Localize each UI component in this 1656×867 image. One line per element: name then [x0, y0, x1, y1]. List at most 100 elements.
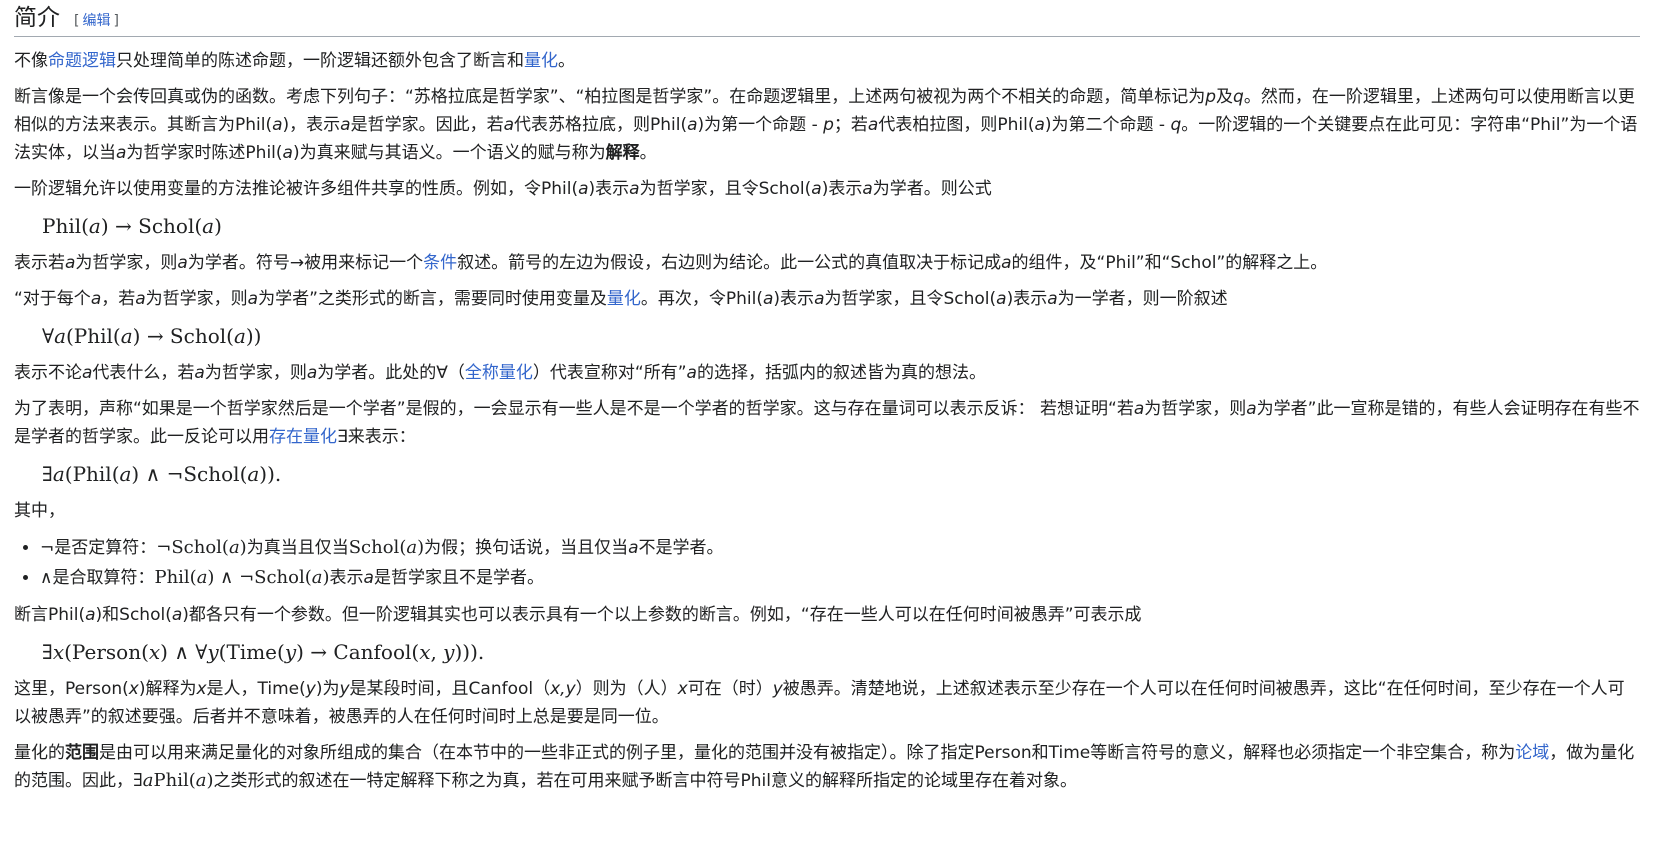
text: ）代表宣称对“所有”	[532, 363, 687, 383]
text: 表示不论	[14, 363, 82, 383]
variable: a	[763, 289, 774, 309]
link-universal-quantification[interactable]: 全称量化	[465, 363, 533, 383]
text: 之类形式的叙述在一特定解释下称之为真，若在可用来赋予断言中符号Phil意义的解释…	[213, 771, 1077, 791]
text: 是由可以用来满足量化的对象所组成的集合（在本节中的一些非正式的例子里，量化的范围…	[99, 743, 1516, 763]
variable: q	[1170, 115, 1182, 135]
variable: x	[128, 679, 139, 699]
text: )表示	[821, 179, 863, 199]
link-propositional-logic[interactable]: 命题逻辑	[48, 51, 116, 71]
text: ，若	[101, 289, 136, 309]
link-quantification[interactable]: 量化	[524, 51, 558, 71]
text: ；若	[833, 115, 868, 135]
variable: a	[177, 253, 188, 273]
article-content: 简介 [编辑] 不像命题逻辑只处理简单的陈述命题，一阶逻辑还额外包含了断言和量化…	[0, 0, 1640, 795]
link-conditional[interactable]: 条件	[423, 253, 457, 273]
term-interpretation: 解释	[605, 143, 640, 163]
text: 的组件，及“Phil”和“Schol”的解释之上。	[1011, 253, 1328, 273]
variable: y	[305, 679, 316, 699]
text: )表示	[1006, 289, 1048, 309]
variable: y	[339, 679, 350, 699]
variable: a	[578, 179, 589, 199]
edit-bracket-close: ]	[113, 13, 119, 29]
edit-link[interactable]: 编辑	[82, 13, 110, 29]
text: 及	[1216, 87, 1234, 107]
text: 代表苏格拉底，则Phil(	[514, 115, 688, 135]
text: 为哲学家，且令Schol(	[639, 179, 812, 199]
text: )为第一个命题 -	[697, 115, 824, 135]
term-scope: 范围	[65, 743, 99, 763]
variable: a	[194, 363, 205, 383]
text: 不是学者。	[638, 538, 724, 558]
math-inline: ¬Schol(𝑎)	[156, 537, 247, 558]
text: 这里，Person(	[14, 679, 129, 699]
paragraph-where: 其中，	[14, 501, 65, 521]
text: 为学者。此处的∀（	[317, 363, 465, 383]
paragraph-predicates: 断言像是一个会传回真或伪的函数。考虑下列句子：“苏格拉底是哲学家”、“柏拉图是哲…	[14, 83, 1640, 167]
math-inline: Schol(𝑎)	[348, 537, 425, 558]
math-inline: ∃𝑎Phil(𝑎)	[133, 770, 214, 791]
variable: a	[628, 538, 639, 558]
variable: a	[1246, 399, 1257, 419]
section-header: 简介 [编辑]	[14, 2, 1640, 37]
text: 表示	[329, 568, 364, 588]
paragraph-domain: 量化的范围是由可以用来满足量化的对象所组成的集合（在本节中的一些非正式的例子里，…	[14, 739, 1640, 795]
paragraph-universal: “对于每个a，若a为哲学家，则a为学者”之类形式的断言，需要同时使用变量及量化。…	[14, 285, 1640, 313]
text: )为	[315, 679, 340, 699]
text: 为哲学家时陈述Phil(	[126, 143, 283, 163]
text: )为第二个命题 -	[1044, 115, 1171, 135]
variable: x	[677, 679, 688, 699]
variable: a	[687, 115, 698, 135]
list-item-negation: ¬是否定算符：¬Schol(𝑎)为真当且仅当Schol(𝑎)为假；换句话说，当且…	[40, 533, 1640, 563]
text: 断言像是一个会传回真或伪的函数。考虑下列句子：“苏格拉底是哲学家”、“柏拉图是哲…	[14, 87, 1206, 107]
link-quantification-2[interactable]: 量化	[607, 289, 641, 309]
variable: a	[171, 605, 183, 625]
formula-conditional: Phil(𝑎) → Schol(𝑎)	[42, 214, 222, 238]
text: )为真来赋与其语义。一个语义的赋与称为	[292, 143, 606, 163]
variable: y	[772, 679, 783, 699]
variable: a	[811, 179, 822, 199]
text: 表示若	[14, 253, 65, 273]
variable: a	[363, 568, 374, 588]
variable: a	[340, 115, 351, 135]
text: 为哲学家，则	[145, 289, 248, 309]
text: 为了表明，声称“如果是一个哲学家然后是一个学者”是假的，一会显示有一些人是不是一…	[14, 399, 1134, 419]
text: )都各只有一个参数。但一阶逻辑其实也可以表示具有一个以上参数的断言。例如，“存在…	[182, 605, 1142, 625]
variable: a	[629, 179, 640, 199]
variable: a	[1001, 253, 1012, 273]
text: 叙述。箭号的左边为假设，右边则为结论。此一公式的真值取决于标记成	[457, 253, 1002, 273]
variable: a	[282, 143, 293, 163]
variable: x,y	[550, 679, 576, 699]
text: 代表什么，若	[92, 363, 195, 383]
text: ）则为（人）	[575, 679, 678, 699]
variable: p	[1205, 87, 1217, 107]
paragraph-conditional: 表示若a为哲学家，则a为学者。符号→被用来标记一个条件叙述。箭号的左边为假设，右…	[14, 249, 1640, 277]
link-domain-of-discourse[interactable]: 论域	[1515, 743, 1549, 763]
variable: q	[1233, 87, 1244, 107]
text: 为哲学家，则	[1144, 399, 1247, 419]
text: 。	[558, 51, 575, 71]
text: 一阶逻辑允许以使用变量的方法推论被许多组件共享的性质。例如，令Phil(	[14, 179, 579, 199]
text: )表示	[588, 179, 630, 199]
variable: a	[85, 605, 96, 625]
text: 为学者”之类形式的断言，需要同时使用变量及	[258, 289, 607, 309]
list-item-conjunction: ∧是合取算符：Phil(𝑎) ∧ ¬Schol(𝑎)表示a是哲学家且不是学者。	[40, 563, 1640, 593]
paragraph-multiple-arguments: 断言Phil(a)和Schol(a)都各只有一个参数。但一阶逻辑其实也可以表示具…	[14, 601, 1640, 629]
text: 为哲学家，则	[204, 363, 307, 383]
link-existential-quantification[interactable]: 存在量化	[269, 427, 337, 447]
formula-existential: ∃𝑎(Phil(𝑎) ∧ ¬Schol(𝑎)).	[42, 462, 282, 486]
text: 为哲学家，且令Schol(	[824, 289, 997, 309]
text: )，表示	[282, 115, 341, 135]
variable: a	[135, 289, 146, 309]
variable: a	[247, 289, 259, 309]
text: 。再次，令Phil(	[640, 289, 763, 309]
variable: a	[82, 363, 93, 383]
text: ∧是合取算符：	[40, 568, 155, 588]
variable: a	[1133, 399, 1145, 419]
text: 可在（时）	[687, 679, 773, 699]
operator-list: ¬是否定算符：¬Schol(𝑎)为真当且仅当Schol(𝑎)为假；换句话说，当且…	[14, 533, 1640, 593]
text: 是某段时间，且Canfool（	[349, 679, 551, 699]
math-inline: Phil(𝑎) ∧ ¬Schol(𝑎)	[154, 567, 330, 588]
text: 为真当且仅当	[246, 538, 349, 558]
text: )表示	[773, 289, 815, 309]
paragraph-canfool-explained: 这里，Person(x)解释为x是人，Time(y)为y是某段时间，且Canfo…	[14, 675, 1640, 731]
